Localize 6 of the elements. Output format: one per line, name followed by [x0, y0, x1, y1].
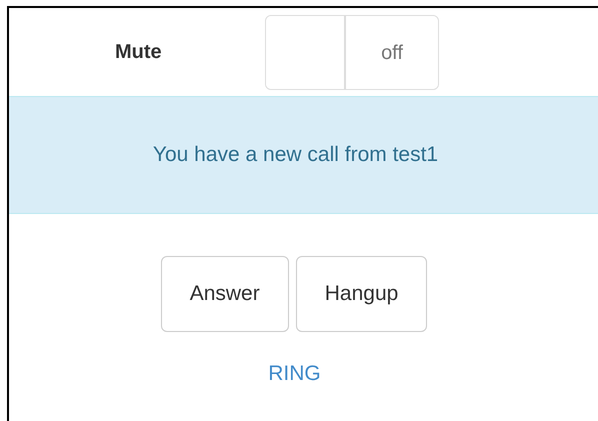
answer-button[interactable]: Answer: [160, 256, 289, 332]
hangup-button[interactable]: Hangup: [296, 256, 428, 332]
mute-toggle[interactable]: off: [265, 15, 439, 90]
call-alert-message: You have a new call from test1: [152, 142, 438, 168]
mute-label: Mute: [115, 40, 163, 65]
call-status: RING: [268, 361, 321, 387]
